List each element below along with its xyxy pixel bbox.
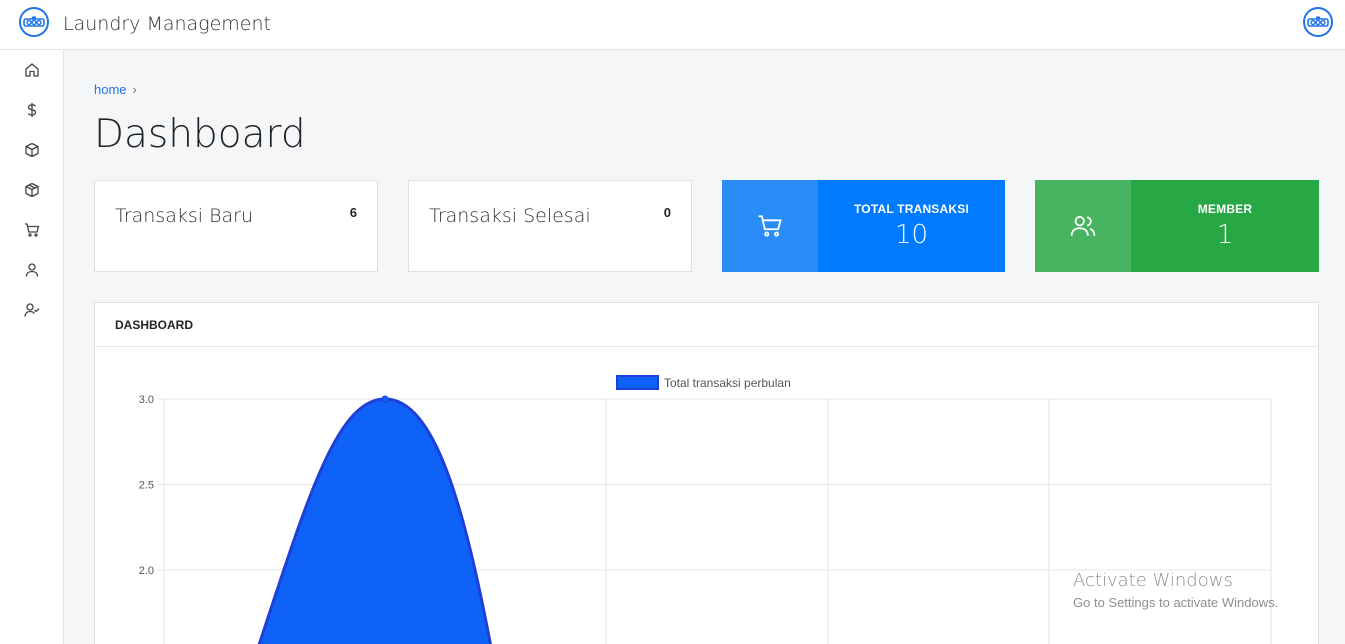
cart-icon (722, 180, 818, 272)
dollar-icon[interactable] (22, 100, 42, 120)
watermark-title: Activate Windows (1073, 570, 1233, 591)
user-icon[interactable] (22, 260, 42, 280)
member-title: MEMBER (1197, 202, 1253, 216)
top-navbar: Laundry Management (0, 0, 1345, 50)
total-transaksi-body: TOTAL TRANSAKSI 10 (818, 180, 1005, 272)
user-avatar-icon[interactable] (1303, 7, 1333, 37)
series-area (257, 397, 492, 644)
member-value: 1 (1216, 220, 1234, 250)
user-check-icon[interactable] (22, 300, 42, 320)
transaksi-baru-value: 6 (349, 205, 357, 220)
y-tick-label: 3.0 (139, 394, 154, 406)
breadcrumb-home-link[interactable]: home (94, 82, 127, 97)
home-icon[interactable] (22, 60, 42, 80)
transaksi-selesai-value: 0 (663, 205, 671, 220)
transaksi-baru-card[interactable]: Transaksi Baru 6 (94, 180, 378, 272)
transaksi-baru-label: Transaksi Baru (115, 205, 254, 227)
cart-icon[interactable] (22, 220, 42, 240)
panel-title: DASHBOARD (95, 303, 1318, 347)
app-title[interactable]: Laundry Management (63, 13, 271, 35)
y-tick-label: 2.5 (139, 480, 154, 492)
brand-logo-icon[interactable] (19, 7, 49, 37)
legend-label: Total transaksi perbulan (664, 376, 791, 390)
windows-activation-watermark: Activate Windows Go to Settings to activ… (1073, 570, 1278, 610)
total-transaksi-value: 10 (894, 220, 929, 250)
y-tick-label: 2.0 (139, 565, 154, 577)
users-icon (1035, 180, 1131, 272)
sidebar (0, 50, 64, 644)
data-point (381, 395, 389, 403)
watermark-subtitle: Go to Settings to activate Windows. (1073, 595, 1279, 610)
box-icon[interactable] (22, 140, 42, 160)
legend-swatch (616, 375, 659, 390)
breadcrumb: home › (94, 82, 137, 97)
page-title: Dashboard (94, 112, 306, 157)
breadcrumb-separator: › (132, 82, 137, 97)
total-transaksi-tile[interactable]: TOTAL TRANSAKSI 10 (722, 180, 1005, 272)
package-icon[interactable] (22, 180, 42, 200)
member-tile[interactable]: MEMBER 1 (1035, 180, 1319, 272)
member-body: MEMBER 1 (1131, 180, 1319, 272)
transaksi-selesai-card[interactable]: Transaksi Selesai 0 (408, 180, 692, 272)
transaksi-selesai-label: Transaksi Selesai (429, 205, 591, 227)
total-transaksi-title: TOTAL TRANSAKSI (853, 202, 969, 216)
